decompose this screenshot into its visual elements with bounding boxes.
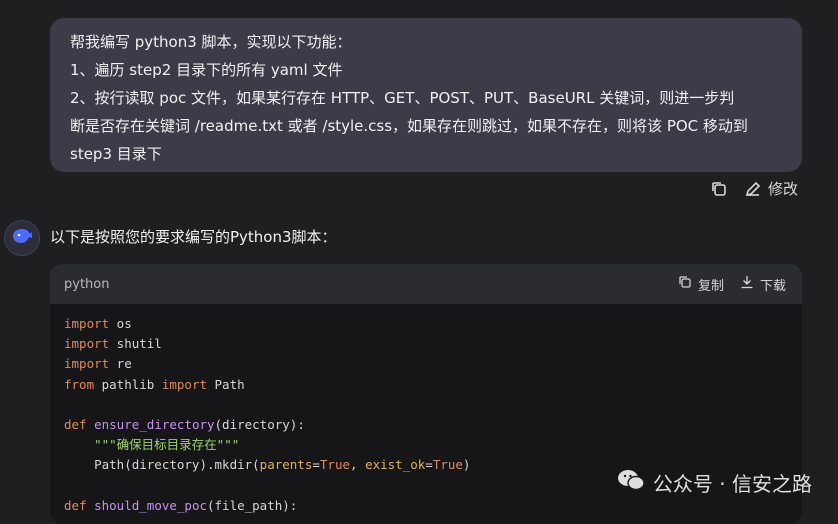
wechat-icon	[617, 468, 645, 497]
edit-label: 修改	[767, 180, 798, 198]
copy-icon	[710, 180, 728, 198]
edit-message-button[interactable]: 修改	[744, 178, 798, 199]
code-line: def should_move_poc(file_path):	[64, 497, 298, 513]
download-code-label: 下载	[759, 278, 786, 294]
code-line: import re	[64, 356, 132, 372]
user-message-line: 帮我编写 python3 脚本，实现以下功能：	[70, 33, 352, 51]
copy-code-label: 复制	[697, 278, 724, 294]
user-message-line: 1、遍历 step2 目录下的所有 yaml 文件	[70, 61, 343, 79]
user-message-line: 2、按行读取 poc 文件，如果某行存在 HTTP、GET、POST、PUT、B…	[70, 89, 735, 107]
download-code-button[interactable]: 下载	[740, 275, 786, 294]
user-message-bubble: 帮我编写 python3 脚本，实现以下功能： 1、遍历 step2 目录下的所…	[50, 18, 802, 172]
download-icon	[740, 275, 754, 293]
code-block-header: python 复制 下载	[50, 264, 802, 304]
code-language-label: python	[64, 276, 110, 292]
assistant-avatar	[4, 220, 40, 256]
code-line: from pathlib import Path	[64, 376, 245, 392]
message-actions: 修改	[710, 178, 798, 199]
watermark-text: 公众号 · 信安之路	[652, 472, 812, 496]
code-line: """确保目标目录存在"""	[94, 437, 240, 453]
copy-icon	[678, 275, 692, 293]
code-line: import shutil	[64, 336, 162, 352]
code-line: def ensure_directory(directory):	[64, 416, 305, 432]
code-line: import os	[64, 316, 132, 331]
pencil-icon	[744, 180, 762, 198]
assistant-intro-text: 以下是按照您的要求编写的Python3脚本：	[50, 228, 337, 246]
copy-message-button[interactable]	[710, 180, 728, 198]
user-message-line: step3 目录下	[70, 145, 162, 163]
copy-code-button[interactable]: 复制	[678, 275, 724, 294]
watermark: 公众号 · 信安之路	[617, 468, 812, 497]
user-message-line: 断是否存在关键词 /readme.txt 或者 /style.css，如果存在则…	[70, 117, 748, 135]
whale-logo-icon	[11, 227, 33, 249]
